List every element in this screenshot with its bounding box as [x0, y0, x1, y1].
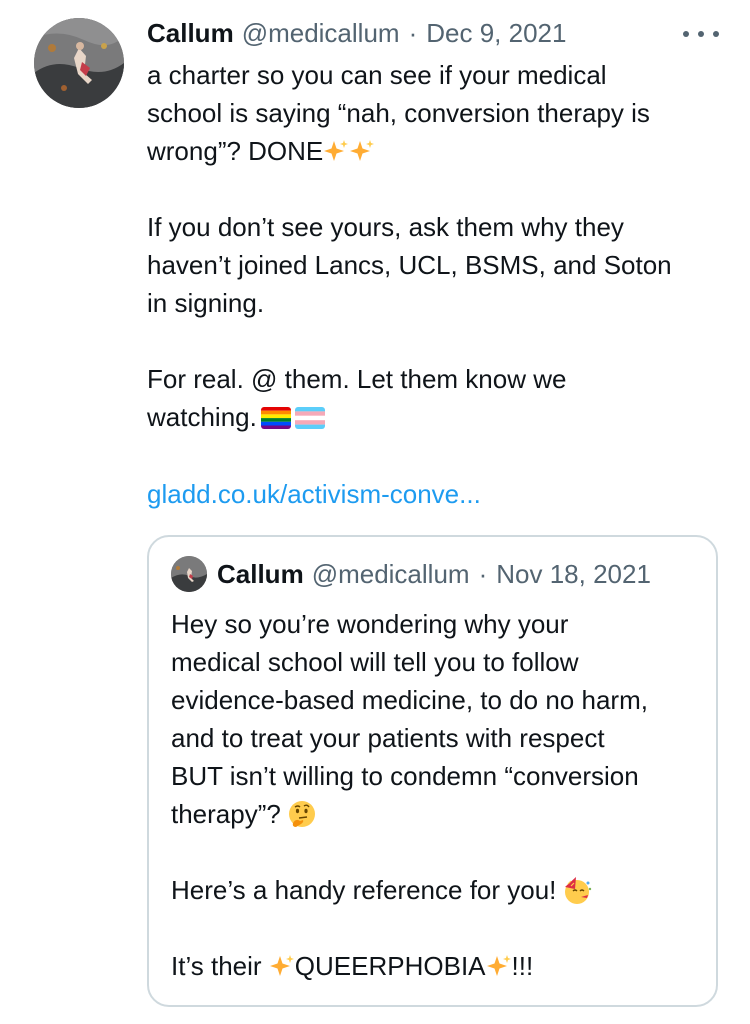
text-line: BUT isn’t willing to condemn “conversion: [171, 761, 639, 791]
text-line: therapy”?: [171, 795, 711, 833]
text-segment: wrong”? DONE: [147, 136, 324, 166]
text-line: and to treat your patients with respect: [171, 723, 605, 753]
thinking-face-icon: [288, 801, 315, 827]
avatar-image: [171, 556, 207, 592]
text-line: medical school will tell you to follow: [171, 647, 579, 677]
separator-dot: ·: [478, 558, 488, 589]
text-line: evidence-based medicine, to do no harm,: [171, 685, 648, 715]
tweet-text: a charter so you can see if your medical…: [147, 56, 727, 436]
text-line: Here’s a handy reference for you!: [171, 871, 711, 909]
text-line: wrong”? DONE: [147, 132, 727, 170]
text-line: Hey so you’re wondering why your: [171, 609, 569, 639]
tweet-paragraph: Hey so you’re wondering why your medical…: [171, 605, 711, 833]
text-segment: watching.: [147, 402, 257, 432]
tweet-header: Callum @medicallum · Dec 9, 2021: [147, 14, 566, 52]
tweet[interactable]: Callum @medicallum · Dec 9, 2021 a chart…: [0, 0, 750, 1024]
tweet-paragraph: a charter so you can see if your medical…: [147, 56, 727, 170]
author-name[interactable]: Callum: [147, 18, 234, 49]
more-dot: [698, 31, 704, 37]
tweet-paragraph: It’s their QUEERPHOBIA!!!: [171, 947, 711, 985]
text-segment: Here’s a handy reference for you!: [171, 875, 557, 905]
sparkles-icon: [324, 140, 349, 161]
text-line: a charter so you can see if your medical: [147, 60, 607, 90]
text-line: watching.: [147, 398, 727, 436]
quoted-tweet[interactable]: Callum @medicallum · Nov 18, 2021 Hey so…: [147, 535, 718, 1007]
quoted-author-handle[interactable]: @medicallum: [312, 559, 470, 590]
tweet-paragraph: For real. @ them. Let them know we watch…: [147, 360, 727, 436]
tweet-paragraph: Here’s a handy reference for you!: [171, 871, 711, 909]
text-line: in signing.: [147, 288, 265, 318]
separator-dot: ·: [408, 17, 418, 48]
sparkles-icon: [350, 140, 375, 161]
text-segment: QUEERPHOBIA: [294, 951, 486, 981]
sparkles-icon: [269, 955, 294, 976]
text-line: If you don’t see yours, ask them why the…: [147, 212, 624, 242]
author-handle[interactable]: @medicallum: [242, 18, 400, 49]
quoted-tweet-text: Hey so you’re wondering why your medical…: [171, 605, 711, 985]
quoted-tweet-header: Callum @medicallum · Nov 18, 2021: [217, 557, 651, 591]
text-segment: !!!: [511, 951, 534, 981]
more-horizontal-icon[interactable]: [683, 24, 719, 44]
text-segment: therapy”?: [171, 799, 281, 829]
text-line: For real. @ them. Let them know we: [147, 364, 567, 394]
tweet-link[interactable]: gladd.co.uk/activism-conve...: [147, 475, 481, 513]
quoted-tweet-date[interactable]: Nov 18, 2021: [496, 559, 651, 590]
tweet-date[interactable]: Dec 9, 2021: [426, 18, 566, 49]
rainbow-flag-icon: [260, 407, 291, 429]
text-line: haven’t joined Lancs, UCL, BSMS, and Sot…: [147, 250, 672, 280]
text-line: It’s their QUEERPHOBIA!!!: [171, 947, 711, 985]
avatar[interactable]: [34, 18, 124, 108]
quoted-avatar[interactable]: [171, 556, 207, 592]
text-line: school is saying “nah, conversion therap…: [147, 98, 650, 128]
quoted-author-name[interactable]: Callum: [217, 559, 304, 590]
sparkles-icon: [486, 955, 511, 976]
tweet-paragraph: If you don’t see yours, ask them why the…: [147, 208, 727, 322]
partying-face-icon: [565, 877, 592, 904]
more-dot: [683, 31, 689, 37]
text-segment: It’s their: [171, 951, 262, 981]
avatar-image: [34, 18, 124, 108]
transgender-flag-icon: [294, 407, 325, 429]
more-dot: [713, 31, 719, 37]
